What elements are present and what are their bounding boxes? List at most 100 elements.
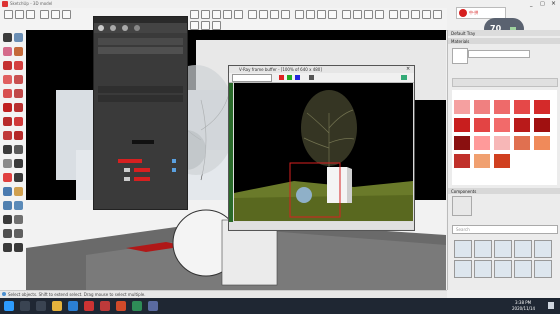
color-swatch[interactable] [494,100,510,114]
arc-icon[interactable] [3,89,12,98]
shaded-icon[interactable] [411,10,420,19]
channel-dropdown[interactable] [232,74,272,82]
zoom-icon[interactable] [317,10,326,19]
setting-row[interactable] [98,38,183,45]
color-swatch[interactable] [494,136,510,150]
axes-icon[interactable] [3,173,12,182]
settings-tab-icon[interactable] [134,25,140,31]
app-icon-c[interactable] [132,301,142,311]
color-swatch[interactable] [534,100,550,114]
edge-browser-icon[interactable] [68,301,78,311]
clock-date[interactable]: 2020/11/14 [512,306,535,311]
task-view-icon[interactable] [36,301,46,311]
view-iso-icon[interactable] [342,10,351,19]
frame-buffer-window[interactable]: V-Ray frame buffer - [100% of 640 x 480]… [228,65,415,231]
paint-tool-icon[interactable] [26,10,35,19]
color-swatch[interactable] [494,154,510,168]
app-icon-b[interactable] [116,301,126,311]
group-icon[interactable] [201,21,210,30]
app-icon-d[interactable] [148,301,158,311]
move-tool-icon[interactable] [201,10,210,19]
rotate-tool-icon[interactable] [212,10,221,19]
color-swatch[interactable] [454,100,470,114]
geometry-tab-icon[interactable] [122,25,128,31]
arc-tool-icon[interactable] [51,10,60,19]
app-icon-a[interactable] [100,301,110,311]
setting-row[interactable] [98,74,183,81]
clock-time[interactable]: 3:38 PM [515,300,531,305]
component-thumb[interactable] [514,260,532,278]
color-swatch[interactable] [534,136,550,150]
dimension-tool-icon[interactable] [14,145,23,154]
circle-icon[interactable] [14,75,23,84]
setting-row[interactable] [98,56,183,63]
text-tool-icon[interactable] [281,10,290,19]
rectangle-icon[interactable] [3,75,12,84]
green-channel-icon[interactable] [287,75,292,80]
color-swatch[interactable] [534,118,550,132]
polygon-icon[interactable] [14,89,23,98]
color-swatch[interactable] [132,140,154,144]
freehand-icon[interactable] [14,61,23,70]
render-button-icon[interactable] [401,75,407,80]
component-thumb[interactable] [454,260,472,278]
protractor-icon[interactable] [270,10,279,19]
materials-header[interactable]: Materials [448,38,560,44]
zoom-tool-icon[interactable] [3,201,12,210]
color-swatch[interactable] [454,154,470,168]
zoom-extents-icon[interactable] [328,10,337,19]
color-swatch[interactable] [514,136,530,150]
tape-measure-icon[interactable] [248,10,257,19]
color-swatch[interactable] [514,118,530,132]
text-icon[interactable] [14,159,23,168]
view-right-icon[interactable] [375,10,384,19]
line-tool-icon[interactable] [40,10,49,19]
lights-tab-icon[interactable] [110,25,116,31]
vray-asset-editor[interactable] [93,16,188,210]
red-slider[interactable] [134,177,150,181]
slider-knob[interactable] [124,168,130,172]
zoom-ext-icon[interactable] [3,215,12,224]
components-header[interactable]: Components [448,188,560,194]
eraser-tool-icon[interactable] [15,10,24,19]
component-thumb[interactable] [474,240,492,258]
windows-start-icon[interactable] [4,301,14,311]
file-explorer-icon[interactable] [52,301,62,311]
maximize-icon[interactable]: □ [540,1,545,7]
fb-close-icon[interactable]: × [406,66,410,72]
component-thumb[interactable] [454,240,472,258]
eraser-icon[interactable] [3,47,12,56]
position-camera-icon[interactable] [3,229,12,238]
notification-icon[interactable] [548,302,554,309]
setting-row[interactable] [98,65,183,72]
offset-tool-icon[interactable] [234,10,243,19]
pushpull-icon[interactable] [14,103,23,112]
blue-channel-icon[interactable] [295,75,300,80]
color-swatch[interactable] [454,118,470,132]
walk-icon[interactable] [14,229,23,238]
component-thumb[interactable] [494,260,512,278]
component-search[interactable]: Search [452,225,558,234]
red-channel-icon[interactable] [279,75,284,80]
component-thumb[interactable] [514,240,532,258]
toggle-icon[interactable] [172,168,176,172]
paint-bucket-icon[interactable] [14,47,23,56]
save-image-icon[interactable] [309,75,314,80]
orbit-tool-icon[interactable] [3,187,12,196]
color-swatch[interactable] [474,100,490,114]
color-swatch[interactable] [494,118,510,132]
select-tool-icon[interactable] [4,10,13,19]
setting-row[interactable] [98,86,183,93]
setting-row[interactable] [98,115,183,122]
push-pull-icon[interactable] [190,10,199,19]
protractor-tool-icon[interactable] [3,159,12,168]
shape-tool-icon[interactable] [62,10,71,19]
toggle-icon[interactable] [172,159,176,163]
look-around-icon[interactable] [3,243,12,252]
wireframe-icon[interactable] [400,10,409,19]
rotate-icon[interactable] [3,117,12,126]
component-thumb[interactable] [494,240,512,258]
sketchup-icon[interactable] [84,301,94,311]
component-thumb[interactable] [474,260,492,278]
component-thumb[interactable] [534,260,552,278]
